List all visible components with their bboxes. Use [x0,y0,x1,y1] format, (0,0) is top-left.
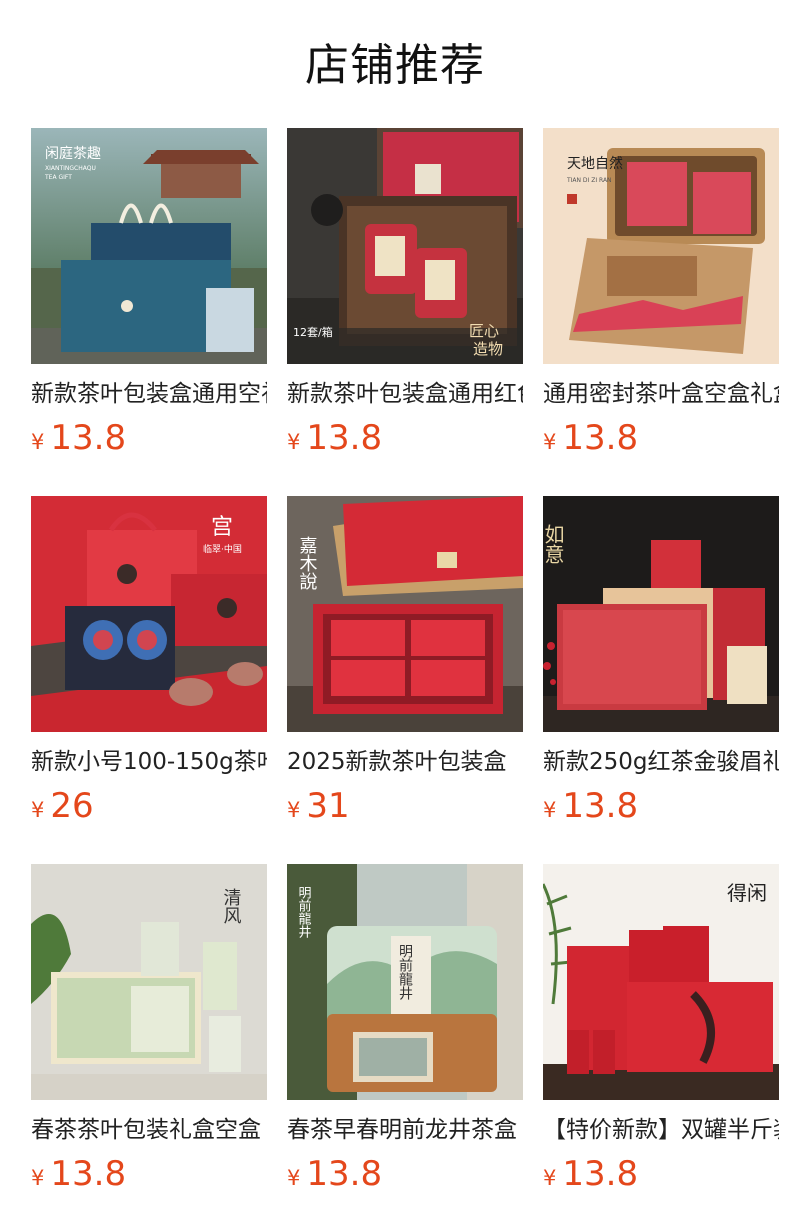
price-value: 13.8 [50,418,127,458]
product-card[interactable]: 闲庭茶趣 XIANTINGCHAQU TEA GIFT 新款茶叶包装盒通用空礼盒… [31,128,267,458]
price-value: 31 [306,786,350,826]
currency-symbol: ¥ [287,798,301,822]
image-caption: 闲庭茶趣 [45,145,101,162]
product-price: ¥13.8 [543,1152,638,1196]
image-caption: 明前龍井 [296,886,312,939]
product-name[interactable]: 新款茶叶包装盒通用红色礼盒 [287,376,523,412]
currency-symbol: ¥ [287,430,301,454]
product-image[interactable]: 天地自然 TIAN DI ZI RAN [543,128,779,364]
product-price: ¥13.8 [31,1152,126,1196]
image-caption: 宫 [211,515,233,540]
price-value: 13.8 [306,418,383,458]
product-image[interactable]: 得闲 [543,864,779,1100]
product-name[interactable]: 新款250g红茶金骏眉礼盒 [543,744,779,780]
product-name[interactable]: 新款小号100-150g茶叶礼盒 [31,744,267,780]
price-value: 13.8 [306,1154,383,1194]
image-caption: 临翠·中国 [203,543,242,555]
store-recommendation-page: 店铺推荐 闲庭茶趣 XIANTINGCHAQU TEA GIFT 新款茶叶包装盒… [0,0,790,1232]
currency-symbol: ¥ [31,1166,45,1190]
product-price: ¥26 [31,784,94,828]
product-image[interactable]: 如意 [543,496,779,732]
product-image[interactable]: 嘉木說 [287,496,523,732]
product-card[interactable]: 天地自然 TIAN DI ZI RAN 通用密封茶叶盒空盒礼盒 ¥13.8 [543,128,779,458]
product-name[interactable]: 2025新款茶叶包装盒 [287,744,523,780]
image-caption: 明前龍井 [397,944,413,1001]
image-caption: 匠心 [469,322,499,340]
product-name[interactable]: 通用密封茶叶盒空盒礼盒 [543,376,779,412]
image-caption: XIANTINGCHAQU [45,165,96,172]
image-caption: 天地自然 [567,155,623,172]
product-image[interactable]: 明前龍井 明前龍井 [287,864,523,1100]
currency-symbol: ¥ [543,798,557,822]
image-caption: TIAN DI ZI RAN [566,177,612,184]
product-card[interactable]: 12套/箱 匠心 造物 新款茶叶包装盒通用红色礼盒 ¥13.8 [287,128,523,458]
price-value: 13.8 [562,786,639,826]
product-name[interactable]: 春茶早春明前龙井茶盒 [287,1112,523,1148]
currency-symbol: ¥ [543,430,557,454]
image-caption: 造物 [473,340,503,358]
image-caption: 嘉木說 [297,536,318,590]
currency-symbol: ¥ [543,1166,557,1190]
currency-symbol: ¥ [31,430,45,454]
product-image[interactable]: 宫 临翠·中国 [31,496,267,732]
product-price: ¥13.8 [287,1152,382,1196]
product-price: ¥13.8 [287,416,382,460]
price-value: 26 [50,786,94,826]
price-value: 13.8 [562,418,639,458]
image-caption: 12套/箱 [293,325,333,339]
product-name[interactable]: 新款茶叶包装盒通用空礼盒 [31,376,267,412]
price-value: 13.8 [562,1154,639,1194]
image-caption: 清风 [221,888,242,924]
product-card[interactable]: 得闲 【特价新款】双罐半斤装 ¥13.8 [543,864,779,1194]
product-price: ¥31 [287,784,350,828]
product-price: ¥13.8 [31,416,126,460]
currency-symbol: ¥ [31,798,45,822]
page-title: 店铺推荐 [305,40,485,91]
product-image[interactable]: 清风 [31,864,267,1100]
product-price: ¥13.8 [543,784,638,828]
price-value: 13.8 [50,1154,127,1194]
image-caption: 得闲 [727,881,767,905]
product-image[interactable]: 12套/箱 匠心 造物 [287,128,523,364]
product-name[interactable]: 春茶茶叶包装礼盒空盒 [31,1112,267,1148]
product-card[interactable]: 清风 春茶茶叶包装礼盒空盒 ¥13.8 [31,864,267,1194]
product-card[interactable]: 明前龍井 明前龍井 春茶早春明前龙井茶盒 ¥13.8 [287,864,523,1194]
product-price: ¥13.8 [543,416,638,460]
image-caption: 如意 [543,524,565,564]
currency-symbol: ¥ [287,1166,301,1190]
product-image[interactable]: 闲庭茶趣 XIANTINGCHAQU TEA GIFT [31,128,267,364]
product-card[interactable]: 宫 临翠·中国 新款小号100-150g茶叶礼盒 ¥26 [31,496,267,826]
product-name[interactable]: 【特价新款】双罐半斤装 [543,1112,779,1148]
image-caption: TEA GIFT [44,174,72,181]
product-card[interactable]: 嘉木說 2025新款茶叶包装盒 ¥31 [287,496,523,826]
product-grid: 闲庭茶趣 XIANTINGCHAQU TEA GIFT 新款茶叶包装盒通用空礼盒… [31,128,779,1194]
product-card[interactable]: 如意 新款250g红茶金骏眉礼盒 ¥13.8 [543,496,779,826]
